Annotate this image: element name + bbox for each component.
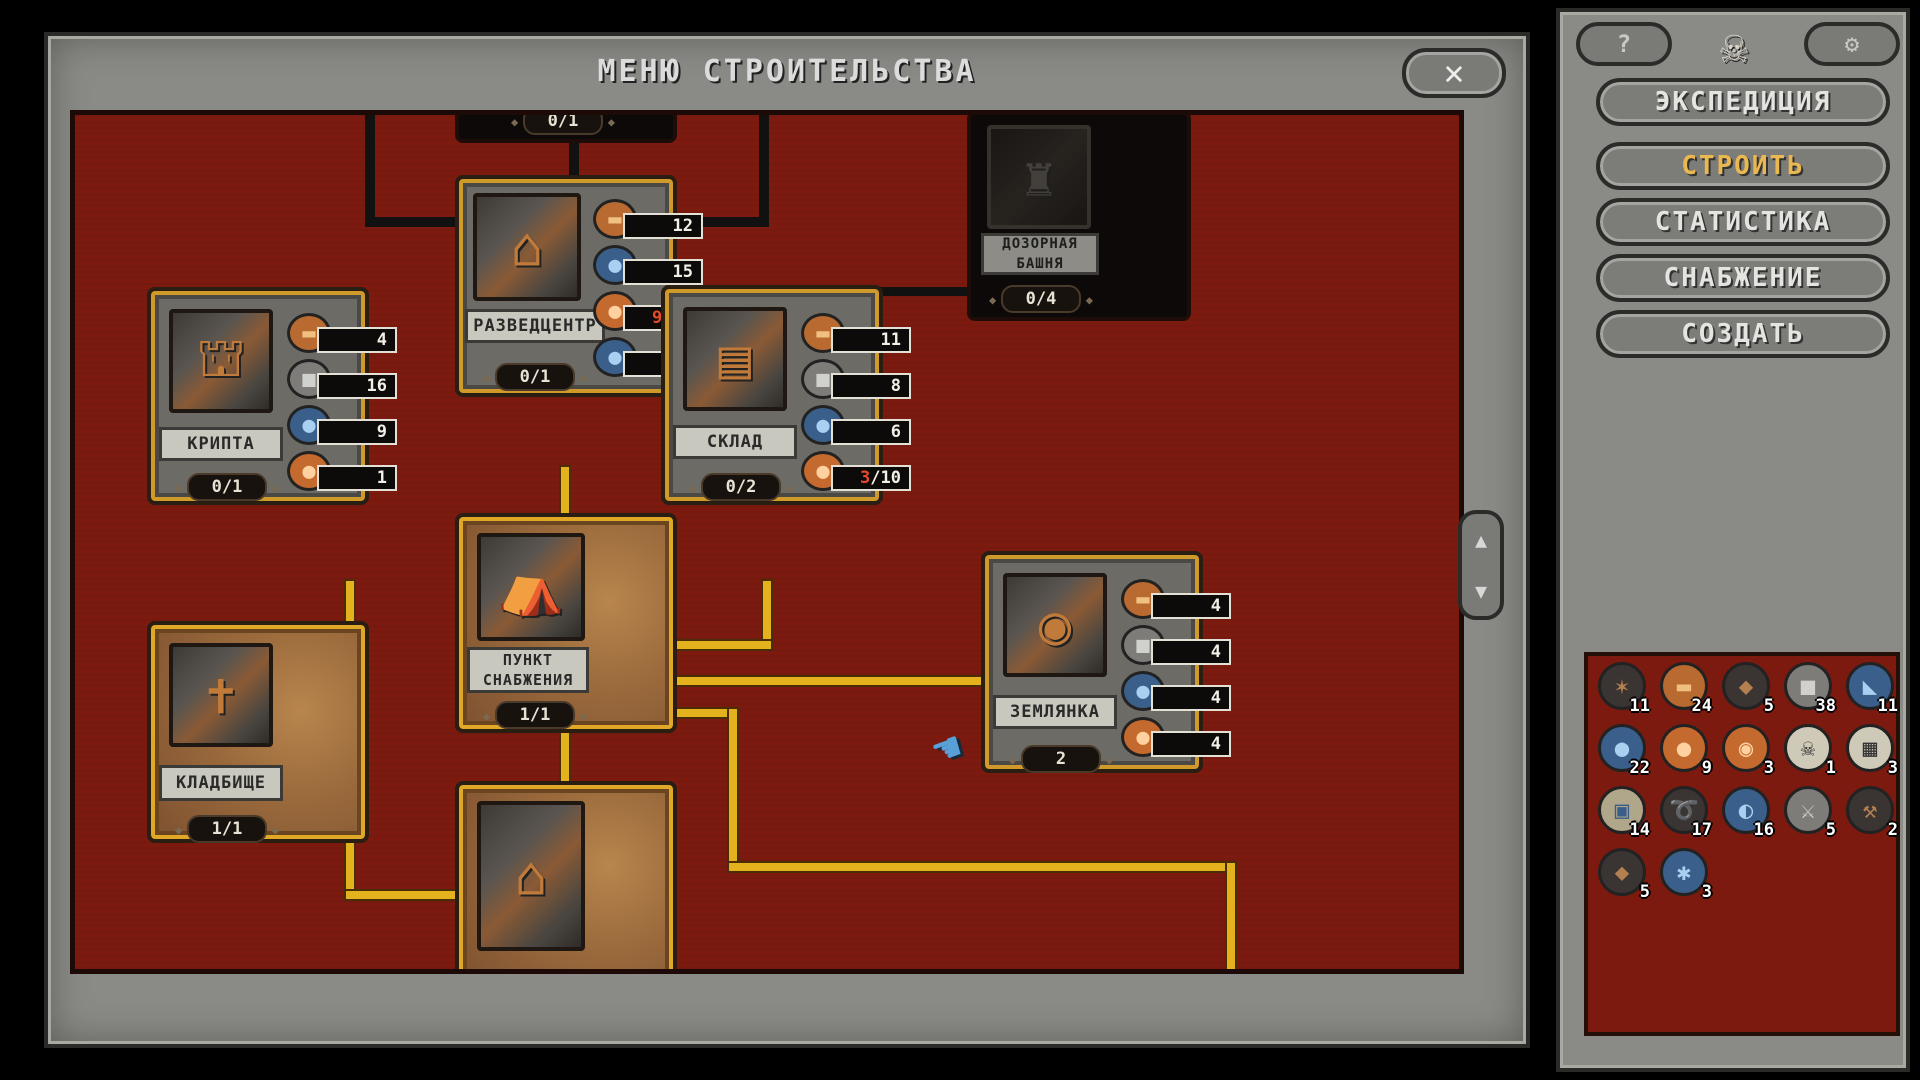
inventory-slot[interactable]: ➰ 17 — [1656, 784, 1712, 840]
connector-line — [671, 677, 987, 685]
sidebar-header: ? ☠ ⚙ — [1568, 18, 1900, 73]
connector-line — [1227, 863, 1235, 969]
inventory-slot[interactable]: ▣ 14 — [1594, 784, 1650, 840]
supply-icon: ⛺ — [477, 533, 585, 641]
building-card-partial[interactable]: ⌂ — [455, 781, 677, 969]
cost-stone: ■ 16 — [287, 359, 399, 399]
building-count: 1/1 — [175, 815, 279, 843]
build-tree-board[interactable]: 0/1 ♜ ДОЗОРНАЯ БАШНЯ 0/4 ⌂ РАЗВЕДЦЕНТР 0… — [70, 110, 1464, 974]
inventory-panel: ✶ 11 ▬ 24 ◆ 5 ■ 38 ◣ 11 ● 22 ● 9 ◉ 3 ☠ 1 ▦ 3 ▣ 14 ➰… — [1584, 652, 1900, 1036]
building-name: ПУНКТ СНАБЖЕНИЯ — [467, 647, 589, 693]
connector-line — [729, 863, 1235, 871]
building-card-partial[interactable]: 0/1 — [455, 115, 677, 143]
menu-statistics-button[interactable]: СТАТИСТИКА — [1596, 198, 1890, 246]
inventory-slot[interactable]: ◉ 3 — [1718, 722, 1774, 778]
connector-line — [671, 709, 737, 717]
building-count: 0/1 — [511, 115, 615, 135]
inventory-slot[interactable]: ▬ 24 — [1656, 660, 1712, 716]
building-name: КЛАДБИЩЕ — [159, 765, 283, 801]
inventory-slot[interactable]: ◣ 11 — [1842, 660, 1898, 716]
gear-icon: ⚙ — [1844, 30, 1860, 58]
cost-stone: ■ 4 — [1121, 625, 1233, 665]
cost-food: ● 3/10 — [801, 451, 913, 491]
tower-icon: ♜ — [987, 125, 1091, 229]
cost-metal: ● 15 — [593, 245, 705, 285]
cost-wood: ▬ 4 — [1121, 579, 1233, 619]
menu-supply-button[interactable]: СНАБЖЕНИЕ — [1596, 254, 1890, 302]
cost-wood: ▬ 11 — [801, 313, 913, 353]
building-card-supply-point[interactable]: ⛺ ПУНКТ СНАБЖЕНИЯ 1/1 — [455, 513, 677, 733]
skull-icon: ☠ — [1720, 19, 1748, 73]
inventory-slot[interactable]: ✱ 3 — [1656, 846, 1712, 902]
warehouse-icon: ▤ — [683, 307, 787, 411]
building-count: 1/1 — [483, 701, 587, 729]
inventory-slot[interactable]: ▦ 3 — [1842, 722, 1898, 778]
connector-line — [561, 729, 569, 787]
inventory-slot[interactable]: ◆ 5 — [1594, 846, 1650, 902]
cost-metal: ● 4 — [1121, 671, 1233, 711]
inventory-slot[interactable]: ● 22 — [1594, 722, 1650, 778]
building-card-warehouse[interactable]: ▤ СКЛАД 0/2 ▬11 ■8 ●6 ●3/10 — [661, 285, 911, 505]
building-name: ДОЗОРНАЯ БАШНЯ — [981, 233, 1099, 275]
window-title: МЕНЮ СТРОИТЕЛЬСТВА — [597, 54, 977, 89]
building-count: 2 — [1009, 745, 1113, 773]
settings-button[interactable]: ⚙ — [1804, 22, 1900, 66]
inventory-slot[interactable]: ⚒ 2 — [1842, 784, 1898, 840]
house-icon: ⌂ — [477, 801, 585, 951]
inventory-slot[interactable]: ● 9 — [1656, 722, 1712, 778]
connector-line — [561, 467, 569, 513]
cost-metal: ● 9 — [287, 405, 399, 445]
building-card-dugout[interactable]: ◉ ЗЕМЛЯНКА 2 ▬4 ■4 ●4 ●4 — [981, 551, 1231, 773]
cost-metal: ● 6 — [801, 405, 913, 445]
building-count: 0/4 — [989, 285, 1093, 313]
connector-line — [346, 581, 354, 623]
connector-line — [759, 115, 769, 227]
building-count: 0/2 — [689, 473, 793, 501]
dugout-icon: ◉ — [1003, 573, 1107, 677]
inventory-slot[interactable]: ⚔ 5 — [1780, 784, 1836, 840]
connector-line — [346, 839, 354, 899]
inventory-slot[interactable]: ◐ 16 — [1718, 784, 1774, 840]
cost-stone: ■ 8 — [801, 359, 913, 399]
crypt-icon: ⛫ — [169, 309, 273, 413]
cemetery-icon: ✝ — [169, 643, 273, 747]
connector-line — [729, 709, 737, 869]
building-count: 0/1 — [483, 363, 587, 391]
building-card-scout-center[interactable]: ⌂ РАЗВЕДЦЕНТР 0/1 ▬12 ●15 ●9/17 ●3 — [455, 175, 703, 397]
inventory-slot[interactable]: ☠ 1 — [1780, 722, 1836, 778]
building-name: РАЗВЕДЦЕНТР — [465, 309, 605, 343]
cost-wood: ▬ 4 — [287, 313, 399, 353]
help-button[interactable]: ? — [1576, 22, 1672, 66]
inventory-slot[interactable]: ✶ 11 — [1594, 660, 1650, 716]
scroll-up-icon[interactable]: ▲ — [1475, 528, 1487, 552]
sidebar: ? ☠ ⚙ ЭКСПЕДИЦИЯ СТРОИТЬ СТАТИСТИКА СНАБ… — [1556, 8, 1910, 1072]
scroll-control[interactable]: ▲ ▼ — [1458, 510, 1504, 620]
menu-craft-button[interactable]: СОЗДАТЬ — [1596, 310, 1890, 358]
cost-wood: ▬ 12 — [593, 199, 705, 239]
help-icon: ? — [1616, 30, 1632, 58]
building-card-crypt[interactable]: ⛫ КРИПТА 0/1 ▬4 ■16 ●9 ●1 — [147, 287, 397, 505]
cost-food: ● 4 — [1121, 717, 1233, 757]
close-icon: ✕ — [1443, 53, 1465, 93]
building-count: 0/1 — [175, 473, 279, 501]
connector-line — [671, 641, 771, 649]
scroll-down-icon[interactable]: ▼ — [1475, 579, 1487, 603]
building-name: ЗЕМЛЯНКА — [993, 695, 1117, 729]
building-name: СКЛАД — [673, 425, 797, 459]
connector-line — [763, 581, 771, 647]
close-button[interactable]: ✕ — [1402, 48, 1506, 98]
build-menu-window: МЕНЮ СТРОИТЕЛЬСТВА ✕ 0/1 ♜ ДОЗОРНАЯ БАШН… — [44, 32, 1530, 1048]
building-card-cemetery[interactable]: ✝ КЛАДБИЩЕ 1/1 — [147, 621, 369, 843]
menu-expedition-button[interactable]: ЭКСПЕДИЦИЯ — [1596, 78, 1890, 126]
building-icon: ⌂ — [473, 193, 581, 301]
inventory-slot[interactable]: ■ 38 — [1780, 660, 1836, 716]
connector-line — [365, 115, 375, 227]
cost-food: ● 1 — [287, 451, 399, 491]
menu-build-button[interactable]: СТРОИТЬ — [1596, 142, 1890, 190]
inventory-slot[interactable]: ◆ 5 — [1718, 660, 1774, 716]
building-name: КРИПТА — [159, 427, 283, 461]
connector-line — [346, 891, 466, 899]
building-card-watchtower[interactable]: ♜ ДОЗОРНАЯ БАШНЯ 0/4 — [967, 115, 1191, 321]
